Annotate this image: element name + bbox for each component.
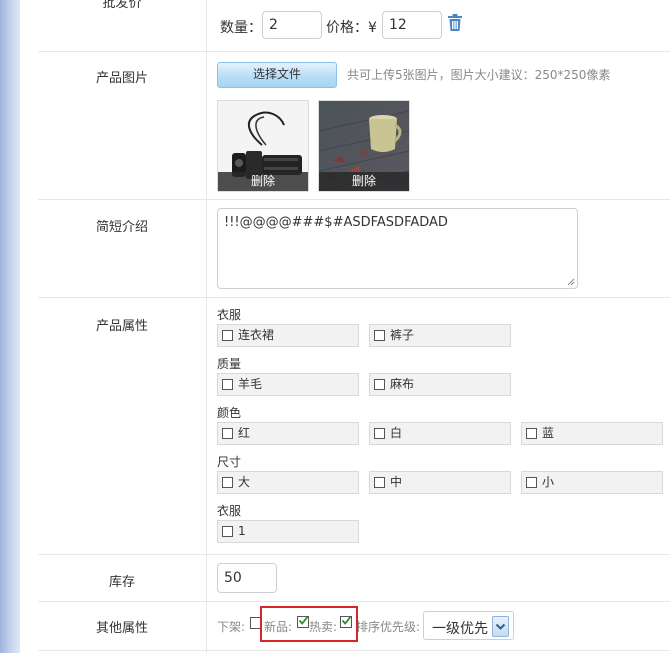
- attr-option-label: 1: [238, 524, 246, 538]
- checkbox[interactable]: [526, 477, 537, 488]
- priority-label: 排序优先级:: [356, 620, 421, 634]
- intro-text: !!!@@@@###$#ASDFASDFADAD: [224, 215, 448, 230]
- stock-input[interactable]: 50: [217, 563, 277, 593]
- attr-option-label: 裤子: [390, 328, 415, 342]
- row-divider: [38, 650, 670, 651]
- row-divider: [38, 51, 670, 52]
- delete-image-button[interactable]: 删除: [319, 172, 409, 191]
- chevron-down-icon: [495, 623, 506, 630]
- row-divider: [38, 297, 670, 298]
- attr-option-label: 连衣裙: [238, 328, 275, 342]
- priority-selected-value: 一级优先: [432, 621, 488, 637]
- resize-grip-icon[interactable]: [567, 278, 575, 286]
- thumb-mug: 删除: [318, 100, 410, 192]
- highlight-box: [260, 606, 358, 642]
- dropdown-arrow[interactable]: [492, 616, 509, 637]
- checkbox[interactable]: [222, 477, 233, 488]
- checkbox[interactable]: [374, 477, 385, 488]
- attr-option[interactable]: 1: [217, 520, 359, 543]
- column-divider: [206, 0, 207, 653]
- attr-group-title: 质量: [217, 357, 242, 371]
- thumb-flashlight: 删除: [217, 100, 309, 192]
- other-label: 其他属性: [95, 621, 148, 636]
- attr-option[interactable]: 蓝: [521, 422, 663, 445]
- left-edge-strip: [0, 0, 20, 653]
- attr-option-label: 羊毛: [238, 377, 263, 391]
- attr-group-title: 衣服: [217, 504, 242, 518]
- checkbox[interactable]: [374, 330, 385, 341]
- attr-group-title: 衣服: [217, 308, 242, 322]
- row-divider: [38, 554, 670, 555]
- wholesale-label: 批发价: [102, 0, 142, 11]
- checkbox[interactable]: [222, 428, 233, 439]
- attr-option-label: 白: [390, 426, 403, 440]
- checkbox[interactable]: [374, 428, 385, 439]
- priority-select[interactable]: 一级优先: [423, 611, 514, 640]
- attributes-label: 产品属性: [95, 319, 148, 334]
- attr-option[interactable]: 红: [217, 422, 359, 445]
- intro-textarea[interactable]: !!!@@@@###$#ASDFASDFADAD: [217, 208, 578, 289]
- attr-option[interactable]: 羊毛: [217, 373, 359, 396]
- row-divider: [38, 199, 670, 200]
- attr-option-label: 蓝: [542, 426, 555, 440]
- checkbox[interactable]: [222, 526, 233, 537]
- attr-group-title: 尺寸: [217, 455, 242, 469]
- attr-option[interactable]: 连衣裙: [217, 324, 359, 347]
- attr-option[interactable]: 中: [369, 471, 511, 494]
- intro-label: 简短介绍: [95, 220, 148, 235]
- attr-option-label: 红: [238, 426, 251, 440]
- attr-option-label: 中: [390, 475, 403, 489]
- offline-label: 下架:: [217, 620, 246, 634]
- attr-option[interactable]: 白: [369, 422, 511, 445]
- price-input[interactable]: 12: [382, 11, 442, 39]
- delete-image-button[interactable]: 删除: [218, 172, 308, 191]
- attr-option-label: 麻布: [390, 377, 415, 391]
- attr-option-label: 小: [542, 475, 555, 489]
- checkbox[interactable]: [526, 428, 537, 439]
- attr-option[interactable]: 大: [217, 471, 359, 494]
- checkbox[interactable]: [222, 330, 233, 341]
- attr-option[interactable]: 裤子: [369, 324, 511, 347]
- attr-group-title: 颜色: [217, 406, 242, 420]
- qty-label: 数量：: [220, 20, 262, 36]
- attr-option[interactable]: 麻布: [369, 373, 511, 396]
- checkbox[interactable]: [374, 379, 385, 390]
- qty-input[interactable]: 2: [262, 11, 322, 39]
- checkbox[interactable]: [222, 379, 233, 390]
- trash-icon[interactable]: [447, 14, 463, 36]
- product-form: 批发价 数量： 2 价格：¥ 12 产品图片 选择文件 共可上传5张图片，图片大…: [38, 0, 670, 653]
- row-divider: [38, 601, 670, 602]
- choose-file-button[interactable]: 选择文件: [217, 62, 337, 88]
- attr-option[interactable]: 小: [521, 471, 663, 494]
- attr-option-label: 大: [238, 475, 251, 489]
- images-label: 产品图片: [95, 71, 148, 86]
- stock-label: 库存: [108, 575, 135, 590]
- upload-hint: 共可上传5张图片，图片大小建议：250*250像素: [347, 68, 611, 82]
- price-label: 价格：¥: [326, 20, 377, 36]
